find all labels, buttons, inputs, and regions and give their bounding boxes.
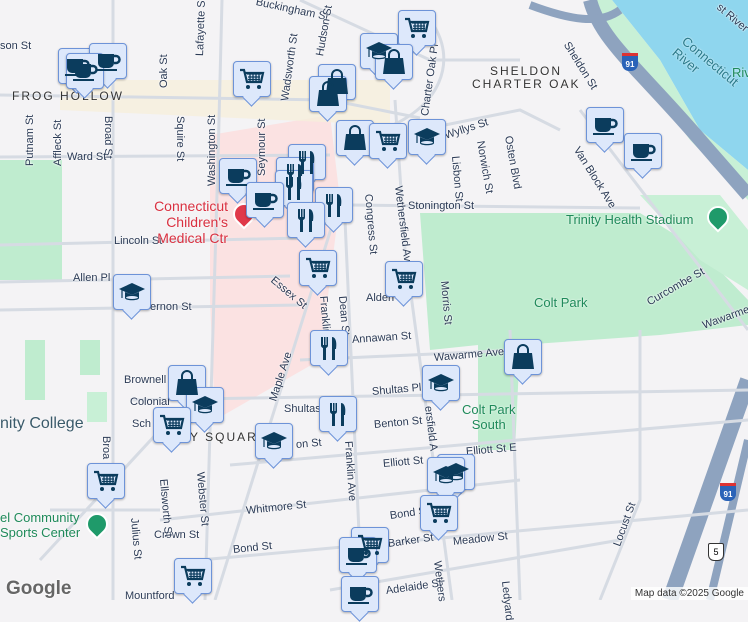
- coffee-marker[interactable]: [66, 53, 104, 89]
- shopping-cart-icon: [92, 467, 120, 495]
- street-label: Putnam St: [24, 114, 36, 166]
- restaurant-marker[interactable]: [319, 396, 357, 432]
- shopping-cart-icon: [158, 411, 186, 439]
- neighborhood-frog-hollow: FROG HOLLOW: [12, 89, 125, 103]
- coffee-icon: [71, 57, 99, 85]
- shopping-cart-icon: [390, 265, 418, 293]
- street-label: Shultas: [284, 403, 321, 415]
- interstate-91-shield-icon: 91: [720, 483, 736, 501]
- map-data-attribution[interactable]: Map data ©2025 Google: [630, 587, 748, 600]
- colt-park-label[interactable]: Colt Park: [534, 295, 587, 310]
- shopping-bag-marker[interactable]: [309, 76, 347, 112]
- graduation-cap-icon: [260, 427, 288, 455]
- graduation-cap-marker[interactable]: [422, 365, 460, 401]
- street-label: Stonington St: [408, 200, 475, 212]
- street-label: Brownell: [124, 374, 167, 386]
- graduation-cap-marker[interactable]: [113, 274, 151, 310]
- athletic-fields: [87, 392, 107, 422]
- graduation-cap-icon: [413, 123, 441, 151]
- shopping-cart-icon: [238, 65, 266, 93]
- neighborhood-sheldon: SHELDON: [490, 64, 563, 78]
- graduation-cap-icon: [432, 461, 460, 489]
- graduation-cap-marker[interactable]: [186, 387, 224, 423]
- shopping-cart-marker[interactable]: [153, 407, 191, 443]
- street-label: Lafayette St: [194, 0, 209, 57]
- shopping-cart-marker[interactable]: [398, 10, 436, 46]
- us-route-5-shield-icon: 5: [708, 543, 724, 561]
- fork-knife-icon: [315, 334, 343, 362]
- fork-knife-icon: [292, 206, 320, 234]
- athletic-fields: [80, 340, 100, 375]
- graduation-cap-marker[interactable]: [255, 423, 293, 459]
- street-label: Squire St: [174, 116, 186, 162]
- street-label: on St: [295, 436, 323, 451]
- shopping-cart-marker[interactable]: [174, 558, 212, 594]
- shopping-cart-icon: [179, 562, 207, 590]
- coffee-marker[interactable]: [624, 133, 662, 169]
- restaurant-marker[interactable]: [275, 170, 313, 206]
- interstate-91-shield-icon: 91: [622, 53, 638, 71]
- street-label: Affleck St: [52, 119, 64, 166]
- shopping-cart-marker[interactable]: [369, 123, 407, 159]
- stadium-label[interactable]: Trinity Health Stadium: [566, 212, 693, 227]
- google-logo: Google: [6, 578, 72, 599]
- shopping-bag-icon: [509, 343, 537, 371]
- graduation-cap-marker[interactable]: [427, 457, 465, 493]
- shopping-cart-marker[interactable]: [233, 61, 271, 97]
- shopping-cart-icon: [304, 254, 332, 282]
- street-label: ernon St: [150, 301, 192, 313]
- coffee-icon: [344, 541, 372, 569]
- graduation-cap-icon: [118, 278, 146, 306]
- street-label: Broa: [100, 436, 112, 460]
- shopping-bag-icon: [314, 80, 342, 108]
- shopping-cart-marker[interactable]: [299, 250, 337, 286]
- shopping-cart-marker[interactable]: [87, 463, 125, 499]
- coffee-marker[interactable]: [246, 182, 284, 218]
- community-center-label[interactable]: el Community Sports Center: [0, 510, 80, 540]
- shopping-cart-icon: [374, 127, 402, 155]
- neighborhood-charter-oak: CHARTER OAK: [472, 77, 581, 91]
- coffee-marker[interactable]: [586, 107, 624, 143]
- coffee-icon: [629, 137, 657, 165]
- coffee-icon: [591, 111, 619, 139]
- college-label[interactable]: nity College: [0, 415, 84, 433]
- fork-knife-icon: [324, 400, 352, 428]
- street-label: Washington St: [206, 114, 218, 186]
- shopping-bag-marker[interactable]: [375, 44, 413, 80]
- graduation-cap-icon: [191, 391, 219, 419]
- street-label: Ward St: [67, 151, 107, 163]
- river-label-2: Riv: [732, 65, 748, 80]
- shopping-bag-marker[interactable]: [336, 120, 374, 156]
- park-left: [0, 160, 62, 280]
- street-label: son St: [0, 40, 32, 52]
- shopping-cart-icon: [403, 14, 431, 42]
- graduation-cap-marker[interactable]: [408, 119, 446, 155]
- street-label: Mountford: [125, 590, 175, 602]
- street-label: Oak St: [158, 54, 170, 88]
- shopping-bag-icon: [380, 48, 408, 76]
- restaurant-marker[interactable]: [287, 202, 325, 238]
- street-label: Allen Pl: [73, 272, 111, 284]
- coffee-icon: [251, 186, 279, 214]
- restaurant-marker[interactable]: [310, 330, 348, 366]
- coffee-marker[interactable]: [341, 576, 379, 612]
- fork-knife-icon: [320, 191, 348, 219]
- street-label: Sch: [132, 418, 151, 430]
- shopping-cart-marker[interactable]: [385, 261, 423, 297]
- colt-park-south-label[interactable]: Colt Park South: [462, 402, 515, 432]
- coffee-marker[interactable]: [339, 537, 377, 573]
- athletic-fields: [25, 340, 45, 400]
- shopping-bag-marker[interactable]: [504, 339, 542, 375]
- hospital-label[interactable]: Connecticut Children's Medical Ctr: [120, 198, 228, 246]
- graduation-cap-icon: [427, 369, 455, 397]
- street-label: Seymour St: [256, 118, 268, 176]
- shopping-bag-icon: [341, 124, 369, 152]
- fork-knife-icon: [280, 174, 308, 202]
- shopping-cart-marker[interactable]: [420, 495, 458, 531]
- shopping-cart-icon: [425, 499, 453, 527]
- restaurant-marker[interactable]: [315, 187, 353, 223]
- coffee-icon: [346, 580, 374, 608]
- coffee-icon: [224, 162, 252, 190]
